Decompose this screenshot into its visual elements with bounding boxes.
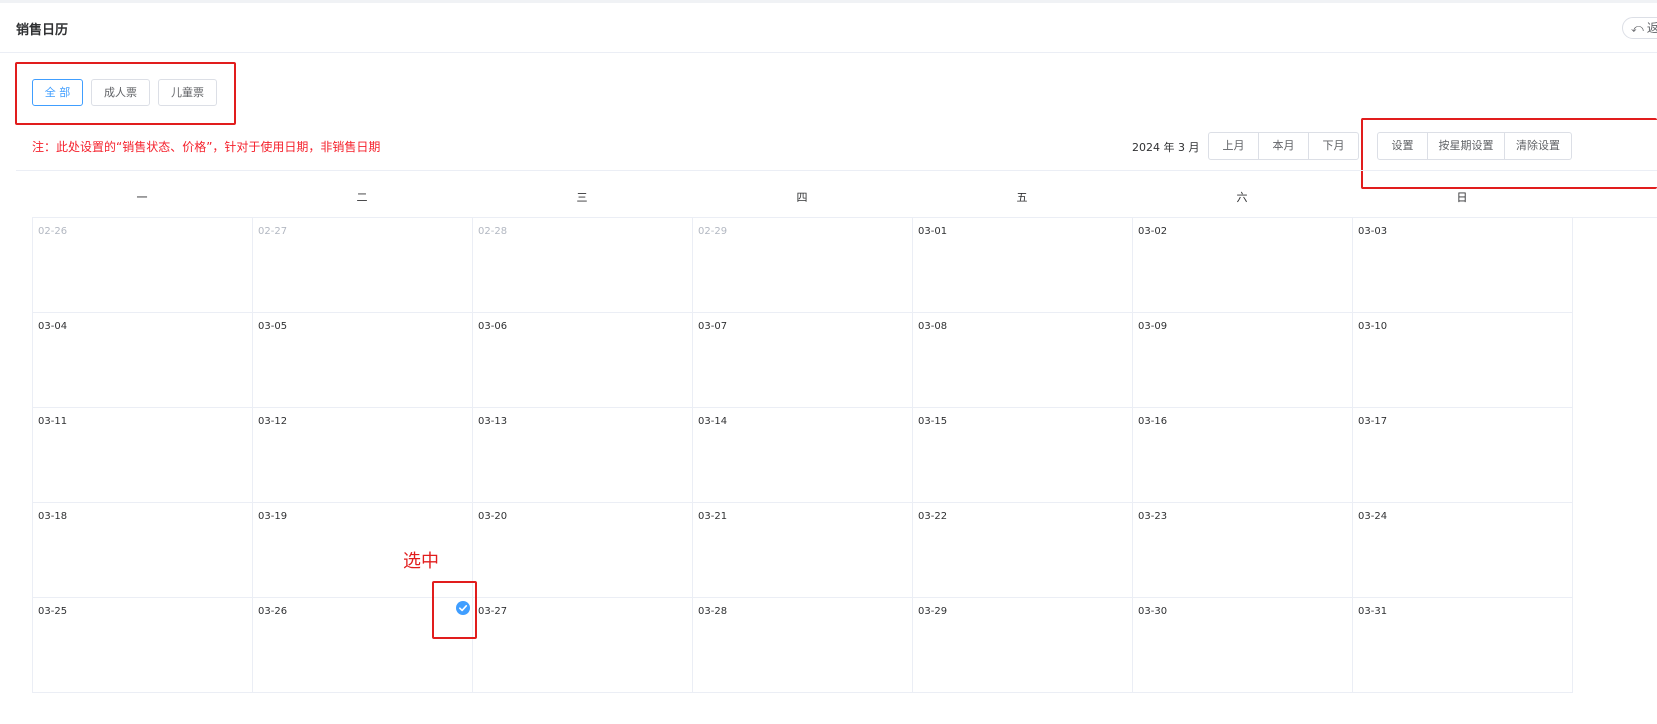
- weekday-wed: 三: [576, 191, 588, 204]
- calendar-day-cell[interactable]: 02-28: [473, 218, 693, 313]
- calendar-day-cell[interactable]: 03-10: [1353, 313, 1573, 408]
- calendar-day-cell[interactable]: 03-27: [473, 598, 693, 693]
- calendar-day-cell[interactable]: 03-20: [473, 503, 693, 598]
- day-date-label: 03-04: [38, 321, 68, 332]
- calendar-day-cell[interactable]: 03-15: [913, 408, 1133, 503]
- day-date-label: 02-27: [258, 226, 288, 237]
- calendar-grid: 02-26 02-27 02-28 02-29 03-01 03-02 03-03 03-04…: [32, 217, 1657, 693]
- weekday-fri: 五: [1016, 191, 1028, 204]
- day-date-label: 03-05: [258, 321, 288, 332]
- day-date-label: 03-18: [38, 511, 68, 522]
- calendar-day-cell[interactable]: 03-23: [1133, 503, 1353, 598]
- day-date-label: 02-28: [478, 226, 508, 237]
- back-button[interactable]: ⤺返回: [1622, 17, 1657, 39]
- usage-date-note: 注：此处设置的“销售状态、价格”，针对于使用日期，非销售日期: [32, 140, 381, 154]
- calendar-day-cell[interactable]: 03-06: [473, 313, 693, 408]
- toolbar-divider: [16, 170, 1657, 171]
- calendar-day-cell[interactable]: 03-21: [693, 503, 913, 598]
- calendar-day-cell[interactable]: 03-22: [913, 503, 1133, 598]
- month-nav-group: 上月 本月 下月: [1208, 132, 1359, 160]
- weekday-header: 一 二 三 四 五 六 日: [32, 188, 1572, 208]
- calendar-day-cell[interactable]: 02-27: [253, 218, 473, 313]
- calendar-day-cell[interactable]: 03-17: [1353, 408, 1573, 503]
- calendar-day-cell[interactable]: 03-11: [33, 408, 253, 503]
- day-date-label: 03-09: [1138, 321, 1168, 332]
- calendar-day-cell[interactable]: 02-29: [693, 218, 913, 313]
- calendar-day-cell[interactable]: 03-24: [1353, 503, 1573, 598]
- day-date-label: 03-07: [698, 321, 728, 332]
- calendar-day-cell[interactable]: 03-29: [913, 598, 1133, 693]
- calendar-day-cell[interactable]: 03-18: [33, 503, 253, 598]
- day-date-label: 03-31: [1358, 606, 1388, 617]
- day-date-label: 03-19: [258, 511, 288, 522]
- calendar-day-cell[interactable]: 03-30: [1133, 598, 1353, 693]
- calendar-day-cell[interactable]: 02-26: [33, 218, 253, 313]
- day-date-label: 02-29: [698, 226, 728, 237]
- weekday-tue: 二: [356, 191, 368, 204]
- day-date-label: 03-11: [38, 416, 68, 427]
- page-header: 销售日历 ⤺返回: [0, 3, 1657, 53]
- day-date-label: 03-30: [1138, 606, 1168, 617]
- day-date-label: 03-16: [1138, 416, 1168, 427]
- day-date-label: 03-01: [918, 226, 948, 237]
- day-date-label: 03-26: [258, 606, 288, 617]
- day-date-label: 03-25: [38, 606, 68, 617]
- day-date-label: 03-22: [918, 511, 948, 522]
- day-date-label: 03-13: [478, 416, 508, 427]
- this-month-button[interactable]: 本月: [1258, 132, 1309, 160]
- calendar-week-row: 03-25 03-26 03-27 03-28 03-29 03-30 03-31: [33, 598, 1657, 693]
- calendar-day-cell[interactable]: 03-12: [253, 408, 473, 503]
- day-date-label: 03-27: [478, 606, 508, 617]
- day-date-label: 03-28: [698, 606, 728, 617]
- day-date-label: 02-26: [38, 226, 68, 237]
- weekday-mon: 一: [136, 191, 148, 204]
- calendar-day-cell[interactable]: 03-07: [693, 313, 913, 408]
- calendar-day-cell[interactable]: 03-31: [1353, 598, 1573, 693]
- day-date-label: 03-29: [918, 606, 948, 617]
- calendar-day-cell[interactable]: 03-28: [693, 598, 913, 693]
- current-month-label: 2024 年 3 月: [1132, 141, 1200, 154]
- page-title: 销售日历: [16, 23, 69, 38]
- day-date-label: 03-08: [918, 321, 948, 332]
- calendar-day-cell[interactable]: 03-01: [913, 218, 1133, 313]
- weekday-sun: 日: [1456, 191, 1468, 204]
- day-date-label: 03-15: [918, 416, 948, 427]
- day-date-label: 03-23: [1138, 511, 1168, 522]
- weekday-thu: 四: [796, 191, 808, 204]
- day-date-label: 03-10: [1358, 321, 1388, 332]
- day-date-label: 03-02: [1138, 226, 1168, 237]
- day-date-label: 03-14: [698, 416, 728, 427]
- day-date-label: 03-06: [478, 321, 508, 332]
- calendar-day-cell[interactable]: 03-02: [1133, 218, 1353, 313]
- calendar-day-cell[interactable]: 03-09: [1133, 313, 1353, 408]
- back-label: 返回: [1646, 21, 1657, 35]
- next-month-button[interactable]: 下月: [1308, 132, 1359, 160]
- day-date-label: 03-20: [478, 511, 508, 522]
- prev-month-button[interactable]: 上月: [1208, 132, 1259, 160]
- day-date-label: 03-12: [258, 416, 288, 427]
- day-date-label: 03-03: [1358, 226, 1388, 237]
- calendar-day-cell[interactable]: 03-03: [1353, 218, 1573, 313]
- tabs-highlight-box: [15, 62, 236, 125]
- calendar-week-row: 03-11 03-12 03-13 03-14 03-15 03-16 03-17: [33, 408, 1657, 503]
- day-date-label: 03-17: [1358, 416, 1388, 427]
- calendar-day-cell[interactable]: 03-08: [913, 313, 1133, 408]
- weekday-sat: 六: [1236, 191, 1248, 204]
- calendar-week-row: 03-18 03-19 03-20 03-21 03-22 03-23 03-24: [33, 503, 1657, 598]
- calendar-week-row: 03-04 03-05 03-06 03-07 03-08 03-09 03-10: [33, 313, 1657, 408]
- day-date-label: 03-21: [698, 511, 728, 522]
- calendar-week-row: 02-26 02-27 02-28 02-29 03-01 03-02 03-03: [33, 218, 1657, 313]
- calendar-day-cell[interactable]: 03-04: [33, 313, 253, 408]
- selected-annotation: 选中: [403, 551, 439, 572]
- day-date-label: 03-24: [1358, 511, 1388, 522]
- calendar-day-cell[interactable]: 03-05: [253, 313, 473, 408]
- calendar-day-cell[interactable]: 03-14: [693, 408, 913, 503]
- calendar-day-cell[interactable]: 03-16: [1133, 408, 1353, 503]
- calendar-day-cell[interactable]: 03-13: [473, 408, 693, 503]
- calendar-day-cell[interactable]: 03-25: [33, 598, 253, 693]
- selected-highlight-box: [432, 581, 477, 639]
- undo-arrow-icon: ⤺: [1631, 21, 1644, 35]
- settings-highlight-box: [1361, 118, 1657, 189]
